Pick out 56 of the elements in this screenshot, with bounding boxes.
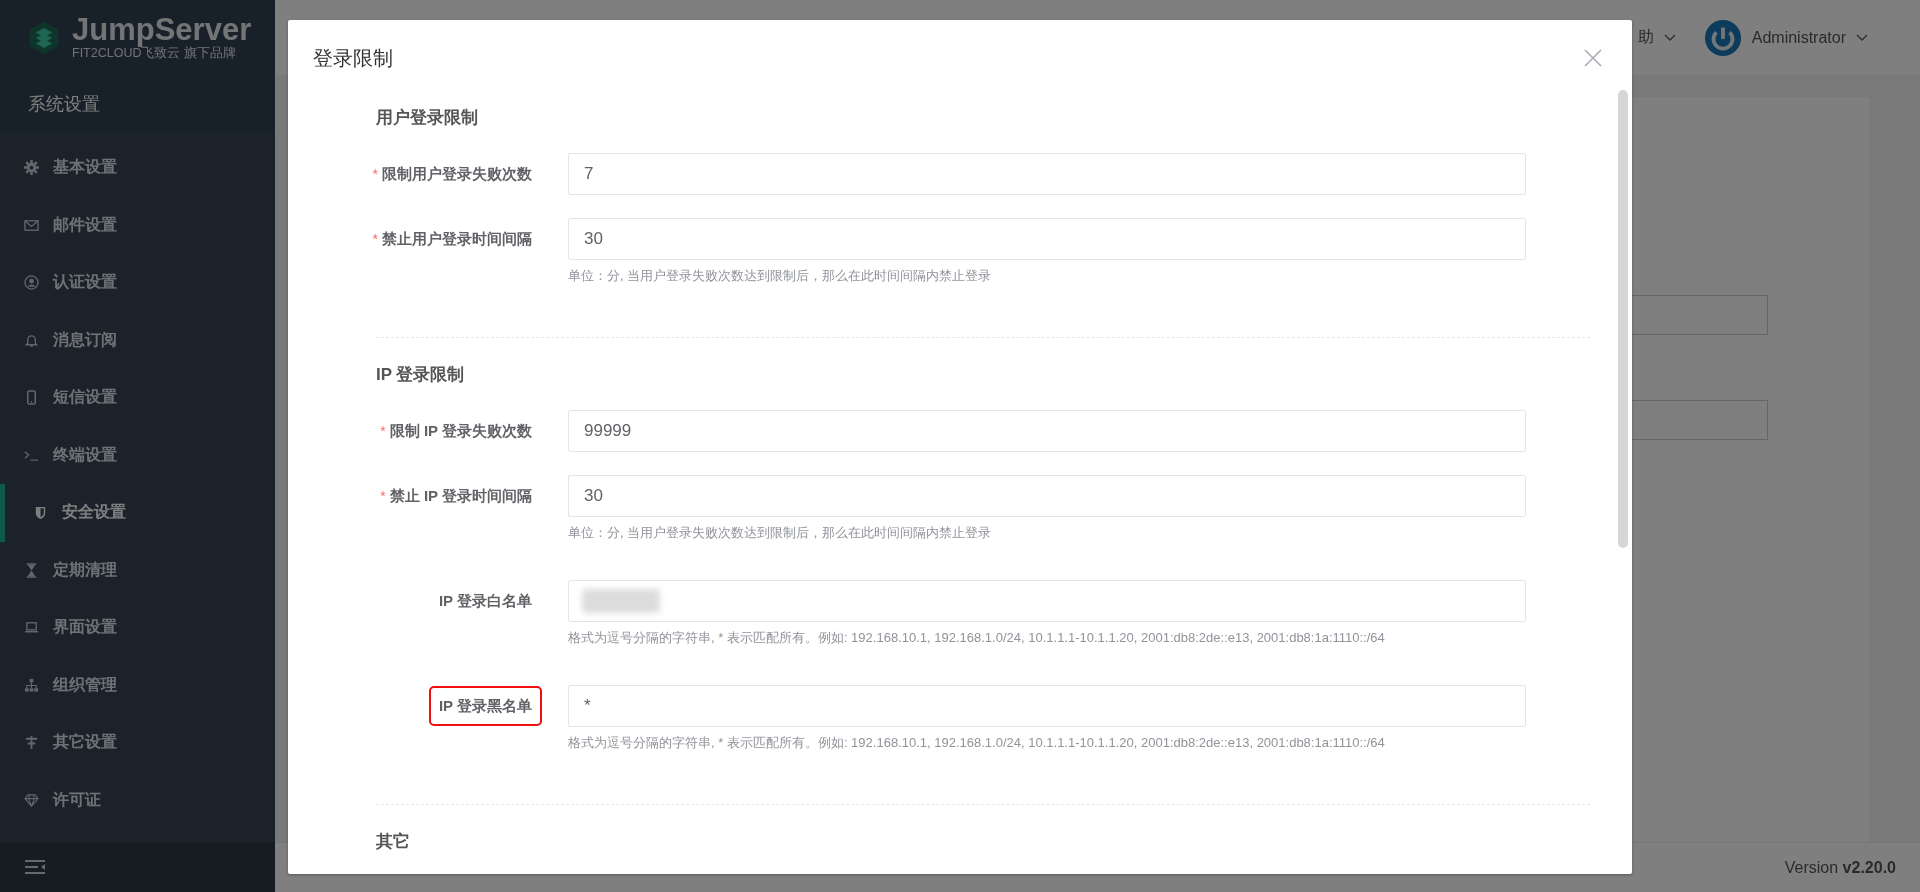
sitemap-icon <box>24 677 39 693</box>
required-mark: * <box>380 422 386 441</box>
help-text: 格式为逗号分隔的字符串, * 表示匹配所有。例如: 192.168.10.1, 192.168.1.0/24, 10.1.1.1-10.1.1.20, 2001:db8:2de::e13, 2001:db8:1a:1110::/64 <box>568 734 1386 752</box>
field-label: IP 登录黑名单 <box>430 688 540 724</box>
dialog-title: 登录限制 <box>313 45 393 71</box>
menu-item[interactable]: 其它设置 <box>0 714 275 772</box>
diamond-icon <box>24 792 39 808</box>
version-text: Version v2.20.0 <box>1784 858 1896 877</box>
logo-name: JumpServer <box>72 14 252 45</box>
gear-icon <box>24 160 39 176</box>
section-heading: 其它 <box>376 831 411 853</box>
input-field[interactable]: 7 <box>568 153 1526 195</box>
menu-item[interactable]: 许可证 <box>0 771 275 829</box>
menu-item[interactable]: 界面设置 <box>0 599 275 657</box>
scrollbar[interactable] <box>1618 90 1628 548</box>
field-label: 限制 IP 登录失败次数 <box>389 421 532 441</box>
menu-item[interactable]: 邮件设置 <box>0 196 275 254</box>
section-heading: IP 登录限制 <box>376 364 466 386</box>
required-mark: * <box>372 230 378 249</box>
sidebar-title: 系统设置 <box>28 93 100 116</box>
input-field[interactable]: * <box>568 685 1526 727</box>
user-menu[interactable]: Administrator <box>1751 28 1846 47</box>
menu-icon[interactable] <box>24 859 46 875</box>
menu-item[interactable]: 终端设置 <box>0 426 275 484</box>
input-field[interactable]: 99999 <box>568 410 1526 452</box>
user-circle-icon <box>24 275 39 291</box>
required-mark: * <box>372 165 378 184</box>
field-label: 禁止 IP 登录时间间隔 <box>389 486 532 506</box>
help-text: 单位：分, 当用户登录失败次数达到限制后，那么在此时间间隔内禁止登录 <box>568 524 993 542</box>
hourglass-icon <box>24 562 39 578</box>
menu-item[interactable]: 消息订阅 <box>0 311 275 369</box>
input-field[interactable] <box>568 580 1526 622</box>
signpost-icon <box>24 735 39 751</box>
field-label: IP 登录白名单 <box>438 591 532 611</box>
menu-item[interactable]: 基本设置 <box>0 139 275 197</box>
close-icon[interactable] <box>1584 49 1602 67</box>
input-field[interactable]: 30 <box>568 475 1526 517</box>
phone-icon <box>24 390 39 406</box>
bell-icon <box>24 332 39 348</box>
menu-item[interactable]: 短信设置 <box>0 369 275 427</box>
avatar-icon[interactable] <box>1703 18 1742 57</box>
menu-item[interactable]: 定期清理 <box>0 541 275 599</box>
field-label: 禁止用户登录时间间隔 <box>382 229 532 249</box>
caret-icon <box>1663 33 1676 42</box>
help-menu[interactable]: 助 <box>1637 27 1654 48</box>
field-label: 限制用户登录失败次数 <box>382 164 532 184</box>
menu-item[interactable]: 组织管理 <box>0 656 275 714</box>
section-heading: 用户登录限制 <box>376 107 479 129</box>
envelope-icon <box>24 217 39 233</box>
required-mark: * <box>380 487 386 506</box>
caret-icon <box>1856 33 1868 42</box>
help-text: 格式为逗号分隔的字符串, * 表示匹配所有。例如: 192.168.10.1, 192.168.1.0/24, 10.1.1.1-10.1.1.20, 2001:db8:2de::e13, 2001:db8:1a:1110::/64 <box>568 629 1386 647</box>
help-text: 单位：分, 当用户登录失败次数达到限制后，那么在此时间间隔内禁止登录 <box>568 267 993 285</box>
menu-item[interactable]: 认证设置 <box>0 254 275 312</box>
input-field[interactable]: 30 <box>568 218 1526 260</box>
shield-icon <box>33 505 48 521</box>
